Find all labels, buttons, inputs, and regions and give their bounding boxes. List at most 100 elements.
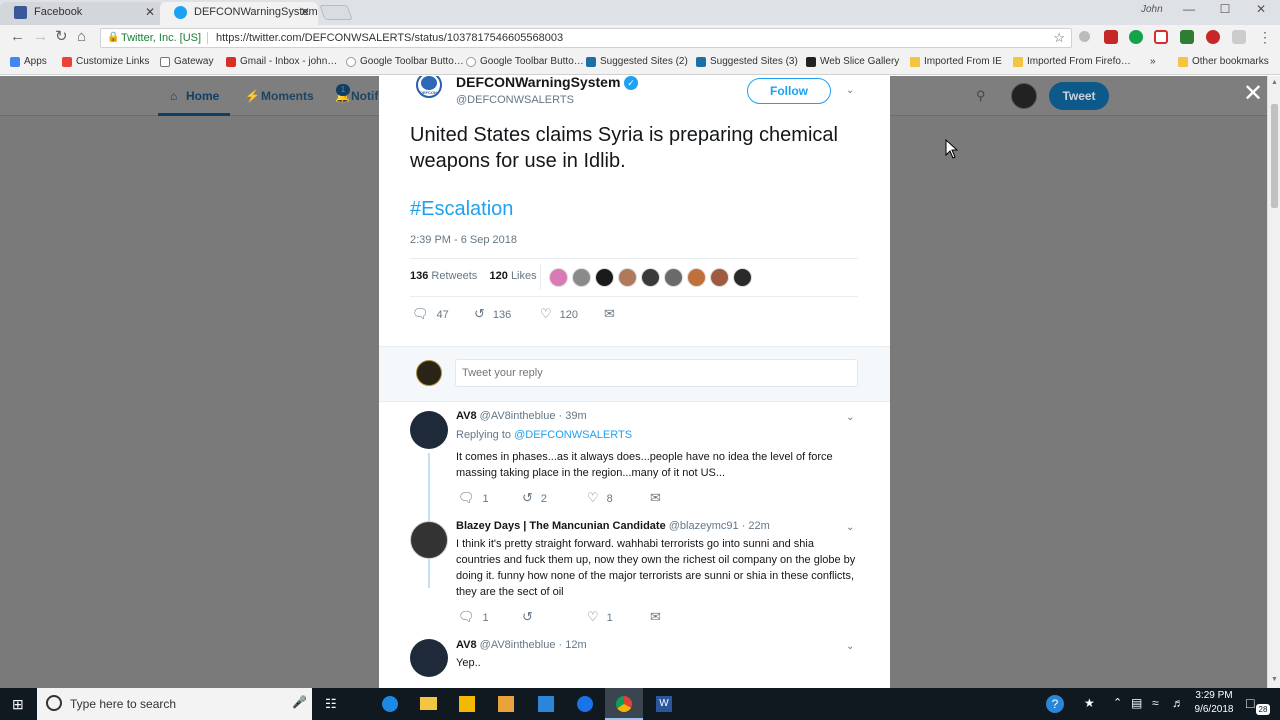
chevron-down-icon[interactable]: ⌄ <box>846 641 854 652</box>
reply-handle[interactable]: @blazeymc91 <box>669 520 739 532</box>
likes-label[interactable]: Likes <box>511 270 537 282</box>
scroll-up-icon[interactable]: ▲ <box>1271 79 1278 86</box>
grammarly-icon[interactable] <box>1129 30 1143 44</box>
reply-action[interactable]: 🗨 47 <box>412 306 449 322</box>
reply-handle[interactable]: @AV8intheblue <box>480 410 556 422</box>
reply-input[interactable] <box>455 359 858 387</box>
reply-time[interactable]: · 12m <box>559 639 587 651</box>
wifi-icon[interactable]: ≈ <box>1152 696 1159 710</box>
app-icon[interactable] <box>577 696 593 712</box>
bookmark-item[interactable]: Customize Links <box>62 56 149 67</box>
bookmark-item[interactable]: Google Toolbar Butto… <box>466 56 584 67</box>
reply-time[interactable]: · 39m <box>559 410 587 422</box>
home-icon[interactable]: ⌂ <box>77 29 86 45</box>
retweet-count[interactable]: 136 <box>410 270 428 282</box>
liker-avatar[interactable] <box>549 268 568 287</box>
like-action[interactable]: ♡ 120 <box>540 306 578 322</box>
liker-avatar[interactable] <box>572 268 591 287</box>
bookmark-item[interactable]: Suggested Sites (3) <box>696 56 798 67</box>
action-center-icon[interactable]: □ <box>1246 695 1254 711</box>
extension-icon[interactable] <box>1232 30 1246 44</box>
clock-time[interactable]: 3:29 PM <box>1192 690 1236 701</box>
reply-time[interactable]: · 22m <box>742 520 770 532</box>
liker-avatar[interactable] <box>733 268 752 287</box>
author-avatar[interactable]: DEFCON <box>416 76 442 98</box>
profile-name[interactable]: John <box>1141 4 1163 15</box>
reply-handle[interactable]: @AV8intheblue <box>480 639 556 651</box>
retweet-action[interactable]: ↺ 2 <box>522 490 547 506</box>
like-action[interactable]: ♡ 1 <box>587 609 613 625</box>
bookmark-item[interactable]: Suggested Sites (2) <box>586 56 688 67</box>
bookmark-star-icon[interactable]: ☆ <box>1053 29 1065 47</box>
network-icon[interactable]: ▤ <box>1131 696 1142 710</box>
tab-defcon[interactable]: DEFCONWarningSystem ✕ <box>160 2 318 25</box>
store-icon[interactable] <box>459 696 475 712</box>
liker-avatar[interactable] <box>618 268 637 287</box>
reply-author-name[interactable]: AV8 <box>456 639 477 651</box>
bookmark-apps[interactable]: Apps <box>10 56 47 67</box>
reply-author-name[interactable]: AV8 <box>456 410 477 422</box>
chevron-down-icon[interactable]: ⌄ <box>846 522 854 533</box>
extension-icon[interactable] <box>1180 30 1194 44</box>
replying-to-link[interactable]: @DEFCONWSALERTS <box>514 429 632 441</box>
tab-facebook[interactable]: Facebook ✕ <box>0 2 163 25</box>
reply-avatar[interactable] <box>410 521 448 559</box>
shield-icon[interactable] <box>1154 30 1168 44</box>
site-identity[interactable]: Twitter, Inc. [US] <box>121 29 201 47</box>
new-tab-button[interactable] <box>319 5 353 20</box>
reply-action[interactable]: 🗨 1 <box>458 490 489 506</box>
windows-start-icon[interactable]: ⊞ <box>12 696 24 713</box>
reply-action[interactable]: 🗨 1 <box>458 609 489 625</box>
back-icon[interactable]: ← <box>10 29 25 45</box>
microphone-icon[interactable]: 🎤 <box>292 695 307 709</box>
liker-avatar[interactable] <box>687 268 706 287</box>
app-icon[interactable] <box>538 696 554 712</box>
media-player-icon[interactable] <box>498 696 514 712</box>
nav-moments[interactable]: ⚡ Moments <box>245 89 314 103</box>
maximize-button[interactable]: ☐ <box>1207 2 1243 16</box>
direct-message-action[interactable]: ✉ <box>604 306 623 322</box>
direct-message-action[interactable]: ✉ <box>650 490 669 506</box>
author-handle[interactable]: @DEFCONWSALERTS <box>456 94 574 106</box>
close-tab-icon[interactable]: ✕ <box>145 2 155 22</box>
reply-author-name[interactable]: Blazey Days | The Mancunian Candidate <box>456 520 666 532</box>
bookmark-item[interactable]: Gmail - Inbox - john… <box>226 56 337 67</box>
taskbar-search[interactable]: Type here to search 🎤 <box>37 688 312 720</box>
task-view-icon[interactable]: ☷ <box>325 696 337 712</box>
file-explorer-icon[interactable] <box>420 697 437 710</box>
bookmark-item[interactable]: Gateway <box>160 56 213 67</box>
volume-icon[interactable]: ♬ <box>1172 696 1184 710</box>
scroll-down-icon[interactable]: ▼ <box>1271 676 1278 683</box>
reply-avatar[interactable] <box>410 639 448 677</box>
url-text[interactable]: https://twitter.com/DEFCONWSALERTS/statu… <box>216 29 563 47</box>
extension-icon[interactable] <box>1079 31 1090 42</box>
search-icon[interactable]: ⚲ <box>976 88 986 104</box>
extension-icon[interactable] <box>1104 30 1118 44</box>
hashtag-link[interactable]: #Escalation <box>410 198 513 221</box>
more-bookmarks-chevron[interactable]: » <box>1140 56 1156 67</box>
liker-avatar[interactable] <box>595 268 614 287</box>
direct-message-action[interactable]: ✉ <box>650 609 669 625</box>
tweet-timestamp[interactable]: 2:39 PM - 6 Sep 2018 <box>410 234 517 246</box>
extension-icon[interactable] <box>1206 30 1220 44</box>
like-count[interactable]: 120 <box>490 270 508 282</box>
chevron-down-icon[interactable]: ⌄ <box>846 85 854 96</box>
people-icon[interactable]: ★ <box>1084 696 1095 710</box>
bookmark-folder[interactable]: Other bookmarks <box>1178 56 1269 67</box>
help-icon[interactable]: ? <box>1046 695 1064 713</box>
account-avatar[interactable] <box>1011 83 1037 109</box>
bookmark-item[interactable]: Web Slice Gallery <box>806 56 899 67</box>
reply-avatar[interactable] <box>410 411 448 449</box>
word-icon[interactable]: W <box>656 696 672 712</box>
scroll-thumb[interactable] <box>1271 104 1278 208</box>
bookmark-item[interactable]: Google Toolbar Butto… <box>346 56 464 67</box>
reload-icon[interactable]: ↻ <box>55 29 68 45</box>
liker-avatar[interactable] <box>710 268 729 287</box>
compose-tweet-button[interactable]: Tweet <box>1049 82 1109 110</box>
clock-date[interactable]: 9/6/2018 <box>1192 704 1236 715</box>
minimize-button[interactable]: — <box>1171 2 1207 16</box>
chevron-down-icon[interactable]: ⌄ <box>846 412 854 423</box>
page-scrollbar[interactable]: ▲ ▼ <box>1267 76 1280 688</box>
address-bar[interactable]: 🔒 Twitter, Inc. [US] https://twitter.com… <box>100 28 1072 48</box>
close-overlay-icon[interactable]: ✕ <box>1243 82 1263 106</box>
